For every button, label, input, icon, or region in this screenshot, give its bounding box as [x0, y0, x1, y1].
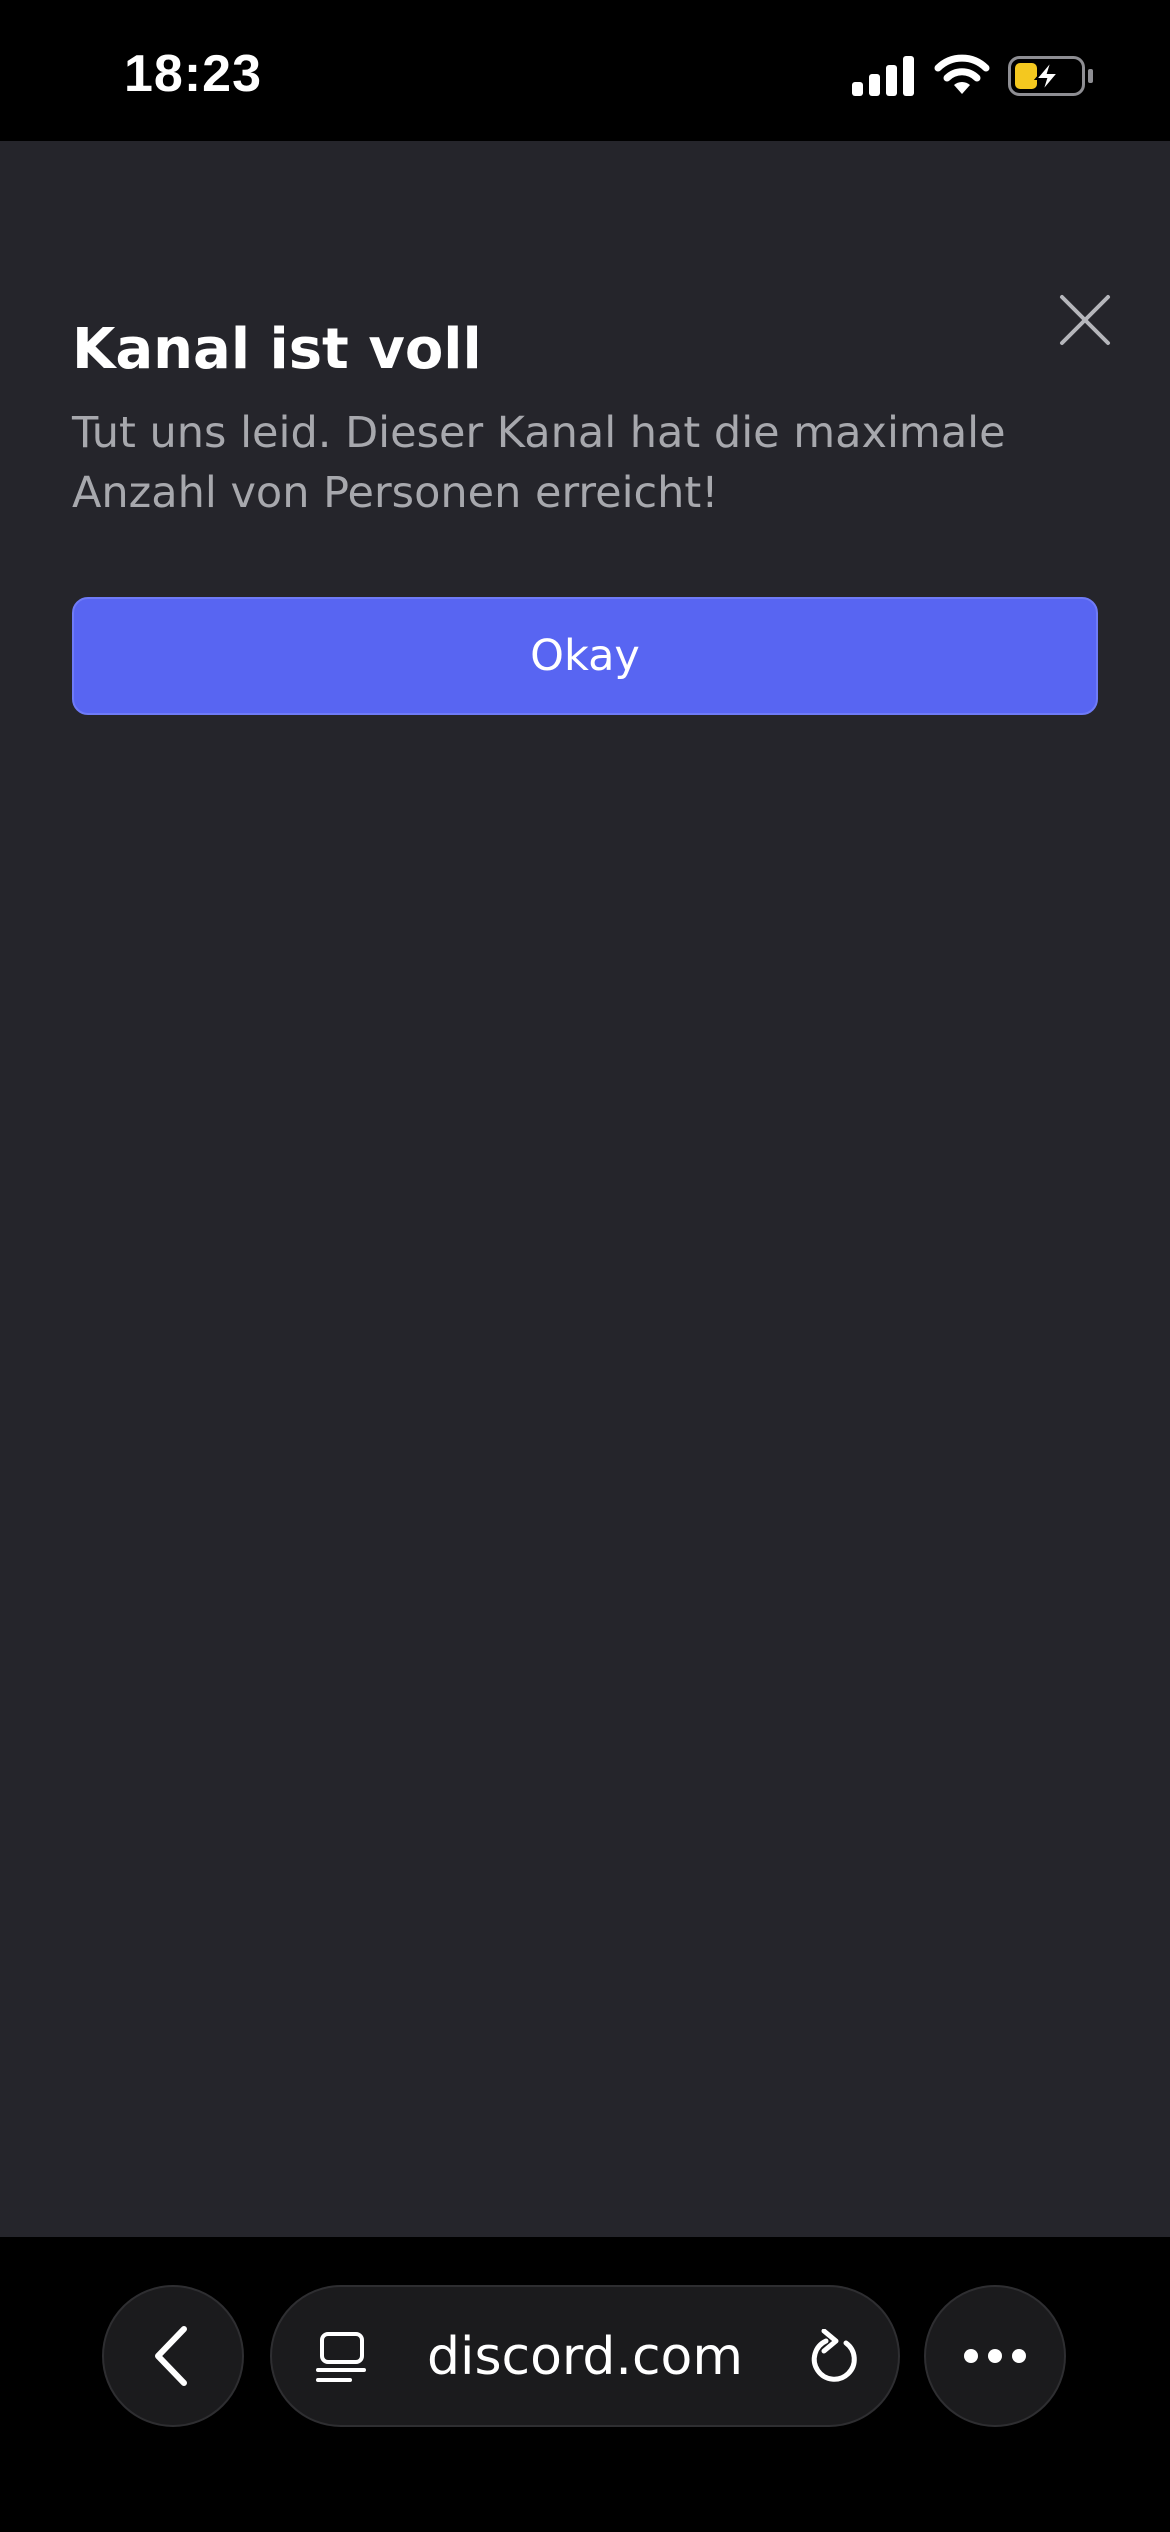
status-time: 18:23: [124, 45, 262, 103]
address-bar[interactable]: discord.com: [270, 2285, 900, 2427]
modal-title: Kanal ist voll: [72, 317, 482, 382]
modal-message: Tut uns leid. Dieser Kanal hat die maxim…: [72, 408, 1006, 518]
okay-button[interactable]: Okay: [72, 597, 1098, 715]
browser-toolbar: discord.com: [0, 2237, 1170, 2532]
more-button[interactable]: [924, 2285, 1066, 2427]
back-icon: [155, 2326, 187, 2386]
battery-charging-icon: [1008, 56, 1093, 96]
cellular-signal-icon: [852, 56, 914, 96]
close-icon: [1060, 295, 1110, 345]
status-bar: 18:23: [0, 0, 1170, 141]
close-button[interactable]: [1058, 293, 1112, 347]
more-icon: [964, 2349, 1026, 2363]
back-button[interactable]: [102, 2285, 244, 2427]
wifi-icon: [934, 54, 990, 94]
url-text: discord.com: [426, 2327, 743, 2387]
reload-icon[interactable]: [806, 2329, 862, 2387]
page-content: Kanal ist voll Tut uns leid. Dieser Kana…: [0, 141, 1170, 2237]
